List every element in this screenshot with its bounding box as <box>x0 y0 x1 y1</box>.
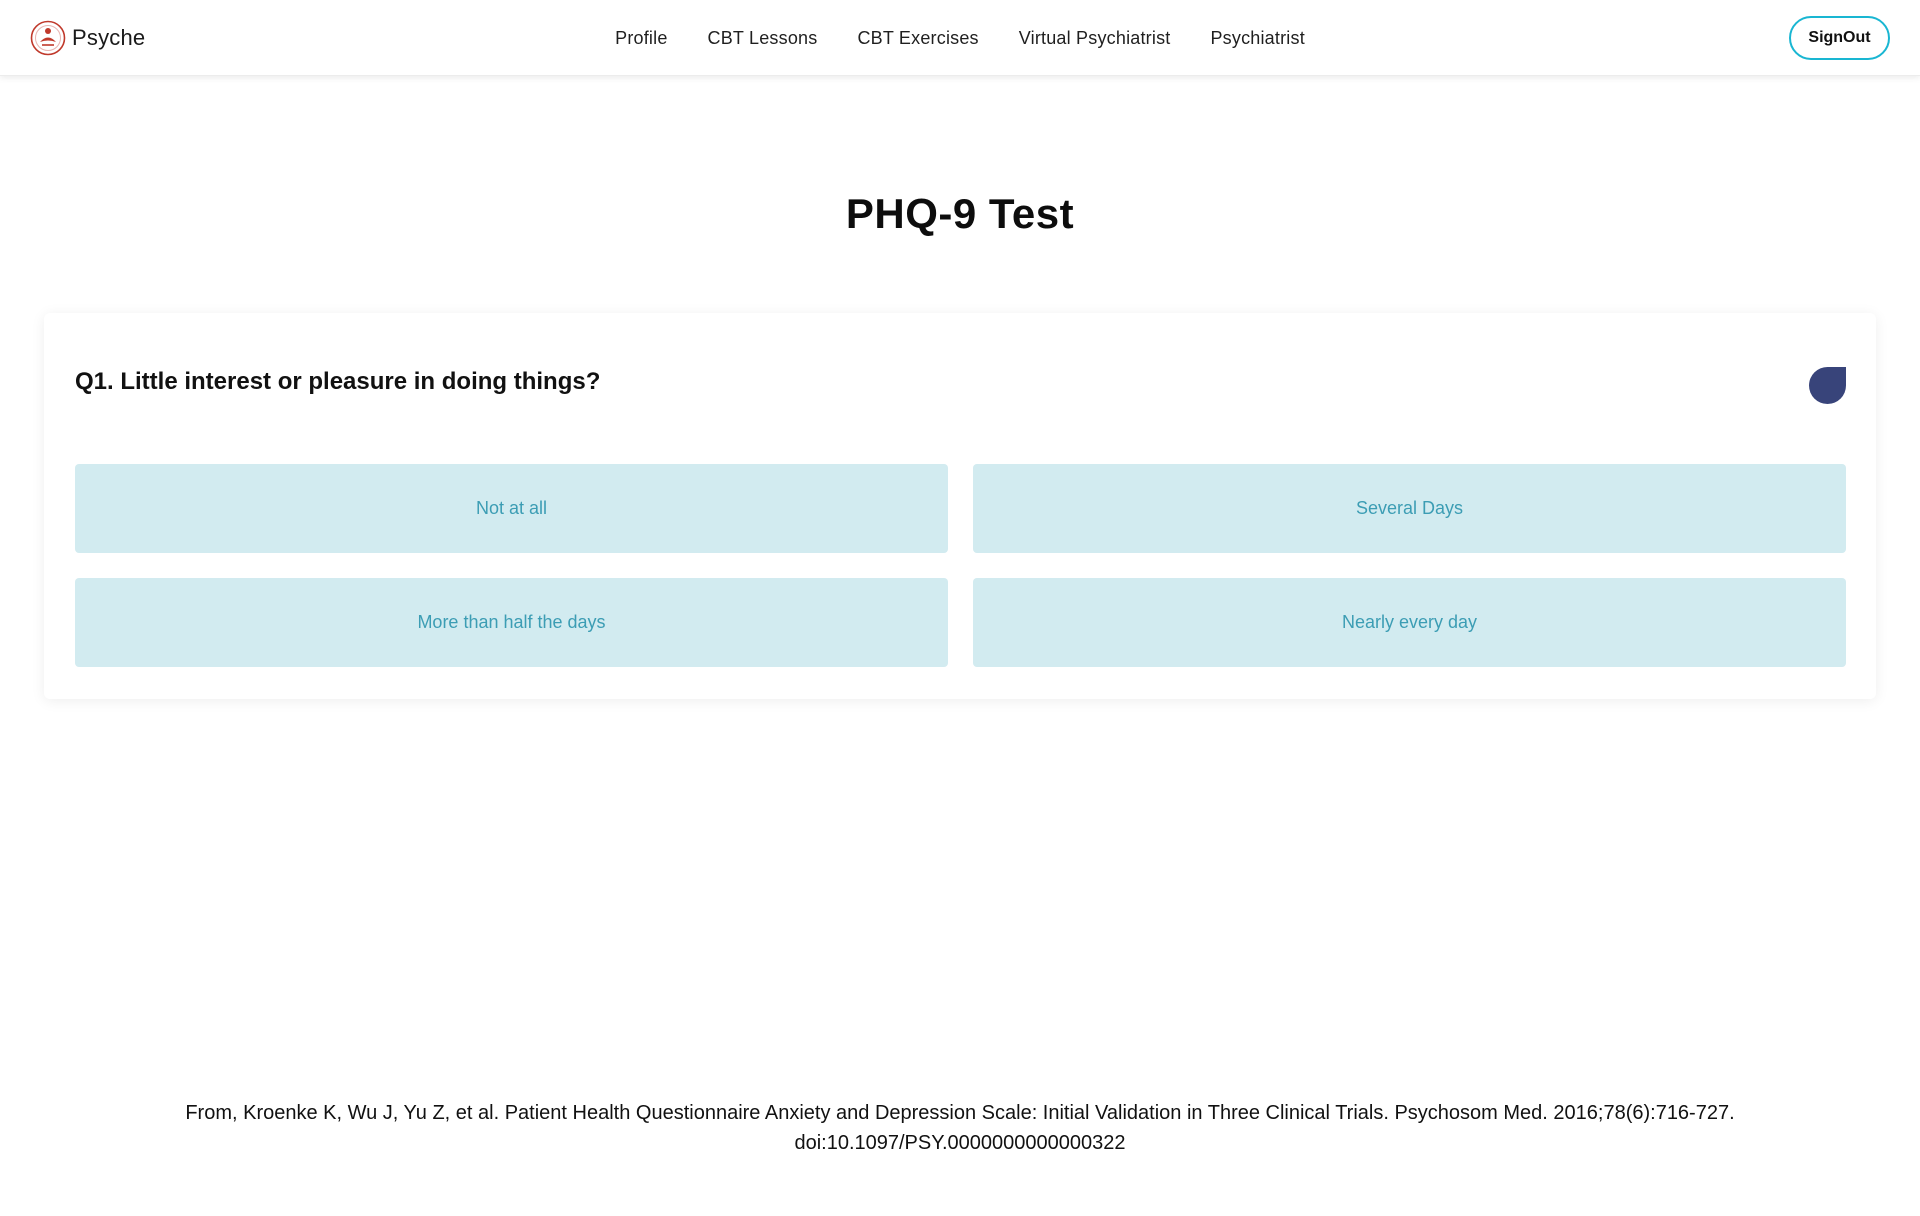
nav-link-virtual-psychiatrist[interactable]: Virtual Psychiatrist <box>1019 28 1171 49</box>
signout-button[interactable]: SignOut <box>1789 16 1890 60</box>
nav-link-psychiatrist[interactable]: Psychiatrist <box>1210 28 1304 49</box>
citation-text: From, Kroenke K, Wu J, Yu Z, et al. Pati… <box>185 1102 1735 1124</box>
option-more-than-half-the-days[interactable]: More than half the days <box>75 578 948 667</box>
citation-doi: doi:10.1097/PSY.0000000000000322 <box>794 1132 1126 1154</box>
psyche-logo-icon <box>30 20 66 56</box>
nav-link-profile[interactable]: Profile <box>615 28 667 49</box>
option-nearly-every-day[interactable]: Nearly every day <box>973 578 1846 667</box>
option-not-at-all[interactable]: Not at all <box>75 464 948 553</box>
brand-name: Psyche <box>72 25 146 50</box>
page-title: PHQ-9 Test <box>845 190 1075 237</box>
top-navbar: Psyche Profile CBT Lessons CBT Exercises… <box>0 0 1920 76</box>
answer-options: Not at all Several Days More than half t… <box>75 464 1846 667</box>
nav-link-cbt-exercises[interactable]: CBT Exercises <box>857 28 978 49</box>
brand-home-link[interactable]: Psyche <box>30 18 145 58</box>
progress-indicator <box>1809 367 1846 404</box>
citation: From, Kroenke K, Wu J, Yu Z, et al. Pati… <box>0 1098 1920 1158</box>
main-nav: Profile CBT Lessons CBT Exercises Virtua… <box>0 0 1920 76</box>
question-card: Q1. Little interest or pleasure in doing… <box>44 313 1876 699</box>
nav-link-cbt-lessons[interactable]: CBT Lessons <box>708 28 818 49</box>
option-several-days[interactable]: Several Days <box>973 464 1846 553</box>
question-text: Q1. Little interest or pleasure in doing… <box>75 368 601 395</box>
